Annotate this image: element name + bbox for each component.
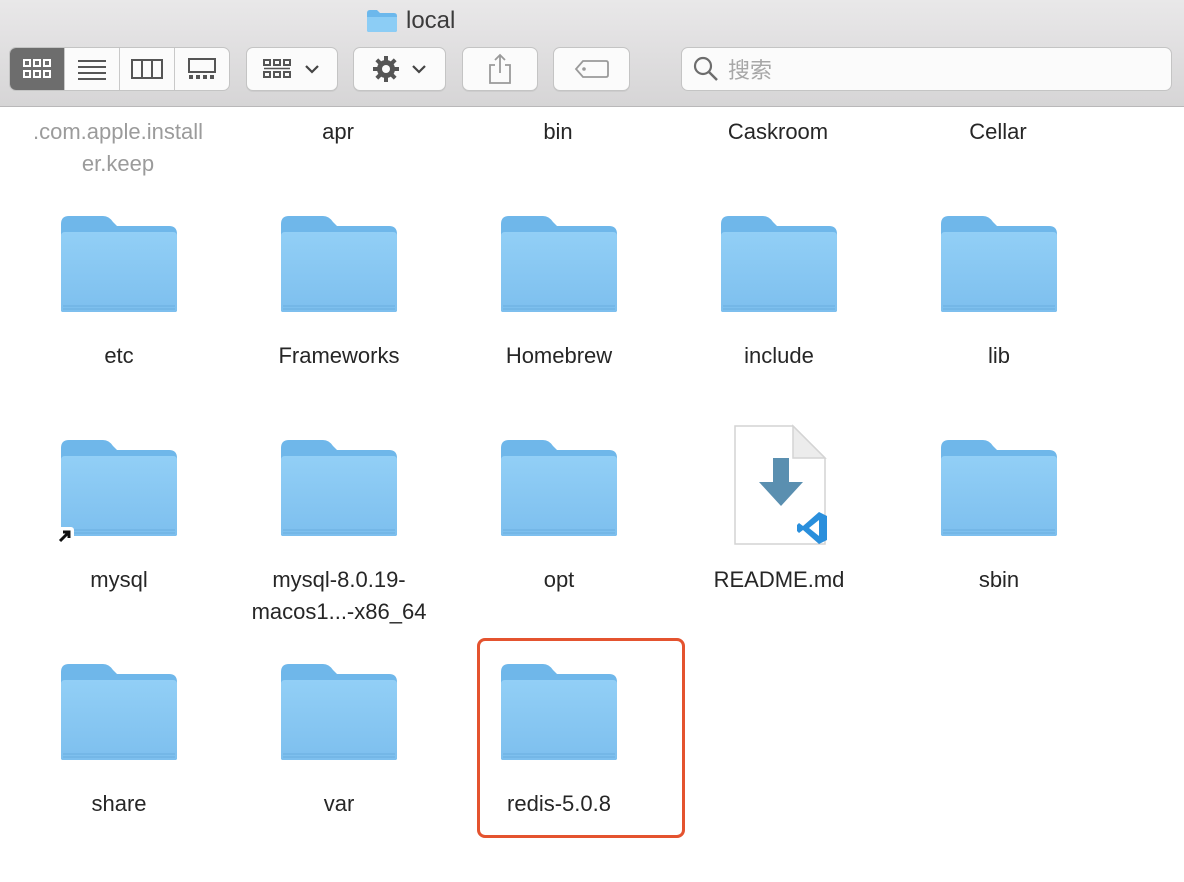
chevron-down-icon — [411, 65, 426, 74]
folder-label-bin[interactable]: bin — [448, 116, 668, 148]
folder-icon — [280, 215, 398, 313]
folder-label-caskroom[interactable]: Caskroom — [668, 116, 888, 148]
share-button[interactable] — [462, 47, 538, 91]
search-field[interactable]: 搜索 — [681, 47, 1172, 91]
chevron-down-icon — [305, 65, 319, 74]
folder-item-etc[interactable]: etc — [9, 214, 229, 434]
folder-icon — [500, 215, 618, 313]
folder-label-apr[interactable]: apr — [228, 116, 448, 148]
view-mode-segmented-control — [9, 47, 230, 91]
share-icon — [489, 53, 511, 84]
folder-name: Frameworks — [278, 343, 400, 368]
folder-name: sbin — [978, 567, 1020, 592]
folder-item-var[interactable]: var — [229, 662, 449, 882]
folder-icon — [60, 663, 178, 761]
grid-icon — [23, 59, 51, 78]
folder-item-share[interactable]: share — [9, 662, 229, 882]
file-item-readme[interactable]: README.md — [669, 420, 889, 640]
folder-icon — [720, 215, 838, 313]
alias-arrow-icon — [56, 527, 74, 545]
gallery-view-button[interactable] — [175, 48, 229, 90]
action-menu-button[interactable] — [353, 47, 446, 91]
folder-icon — [60, 439, 178, 537]
folder-icon — [367, 10, 397, 32]
folder-item-lib[interactable]: lib — [889, 214, 1109, 434]
folder-name: Homebrew — [505, 343, 613, 368]
folder-item-include[interactable]: include — [669, 214, 889, 434]
markdown-file-icon — [734, 424, 827, 545]
toolbar: local 搜索 — [0, 0, 1184, 107]
folder-item-mysql[interactable]: mysql — [9, 438, 229, 658]
folder-name: lib — [987, 343, 1010, 368]
window-title-text: local — [406, 7, 456, 34]
file-name: README.md — [713, 567, 845, 592]
folder-icon — [500, 439, 618, 537]
search-placeholder: 搜索 — [728, 58, 773, 83]
icon-view-button[interactable] — [10, 48, 65, 90]
folder-name: etc — [104, 343, 134, 368]
folder-icon — [280, 663, 398, 761]
folder-name: mysql-8.0.19- macos1...-x86_64 — [251, 567, 427, 624]
folder-icon — [60, 215, 178, 313]
highlight-box — [477, 638, 685, 838]
folder-icon — [940, 215, 1058, 313]
folder-name: var — [323, 791, 355, 816]
folder-item-homebrew[interactable]: Homebrew — [449, 214, 669, 434]
folder-name: mysql — [90, 567, 148, 592]
tag-icon — [574, 60, 609, 78]
folder-item-mysql-8[interactable]: mysql-8.0.19- macos1...-x86_64 — [229, 438, 449, 658]
folder-name: opt — [543, 567, 575, 592]
folder-name: include — [744, 343, 814, 368]
gallery-icon — [188, 58, 216, 79]
folder-item-opt[interactable]: opt — [449, 438, 669, 658]
columns-icon — [131, 59, 163, 79]
folder-name: share — [91, 791, 147, 816]
folder-icon — [940, 439, 1058, 537]
folder-item-sbin[interactable]: sbin — [889, 438, 1109, 658]
group-by-icon — [263, 59, 291, 78]
window-title: local — [366, 6, 455, 36]
file-label-installer-keep[interactable]: .com.apple.install er.keep — [8, 116, 228, 180]
list-icon — [78, 60, 106, 80]
column-view-button[interactable] — [120, 48, 175, 90]
search-icon — [693, 56, 718, 81]
folder-icon — [280, 439, 398, 537]
tag-button[interactable] — [553, 47, 630, 91]
list-view-button[interactable] — [65, 48, 120, 90]
folder-item-frameworks[interactable]: Frameworks — [229, 214, 449, 434]
folder-label-cellar[interactable]: Cellar — [888, 116, 1108, 148]
gear-icon — [372, 56, 399, 82]
group-by-button[interactable] — [246, 47, 338, 91]
